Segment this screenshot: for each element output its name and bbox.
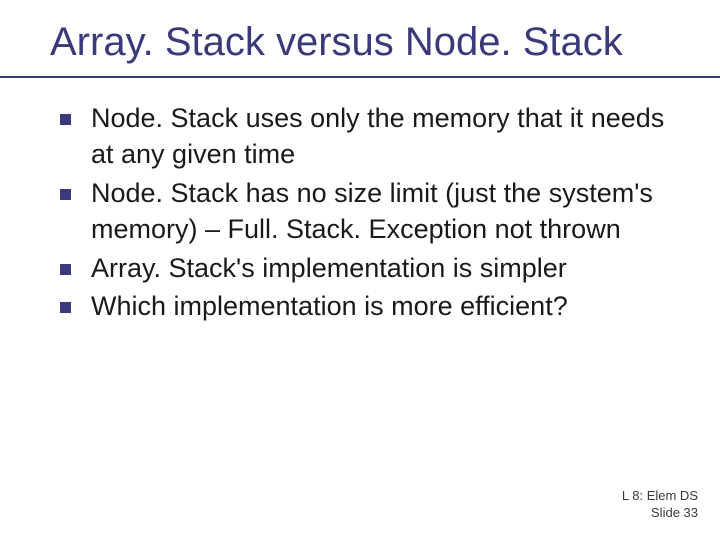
bullet-text: Node. Stack uses only the memory that it… <box>91 100 690 173</box>
list-item: Which implementation is more efficient? <box>60 288 690 324</box>
list-item: Array. Stack's implementation is simpler <box>60 250 690 286</box>
slide: { "title": "Array. Stack versus Node. St… <box>0 0 720 540</box>
square-bullet-icon <box>60 264 71 275</box>
title-underline <box>0 76 720 78</box>
footer-slide-number: Slide 33 <box>622 505 698 522</box>
square-bullet-icon <box>60 302 71 313</box>
bullet-text: Node. Stack has no size limit (just the … <box>91 175 690 248</box>
list-item: Node. Stack has no size limit (just the … <box>60 175 690 248</box>
square-bullet-icon <box>60 189 71 200</box>
footer-course: L 8: Elem DS <box>622 488 698 505</box>
square-bullet-icon <box>60 114 71 125</box>
content-area: Node. Stack uses only the memory that it… <box>60 100 690 327</box>
bullet-text: Which implementation is more efficient? <box>91 288 568 324</box>
list-item: Node. Stack uses only the memory that it… <box>60 100 690 173</box>
slide-title: Array. Stack versus Node. Stack <box>50 20 623 65</box>
bullet-text: Array. Stack's implementation is simpler <box>91 250 567 286</box>
slide-footer: L 8: Elem DS Slide 33 <box>622 488 698 522</box>
